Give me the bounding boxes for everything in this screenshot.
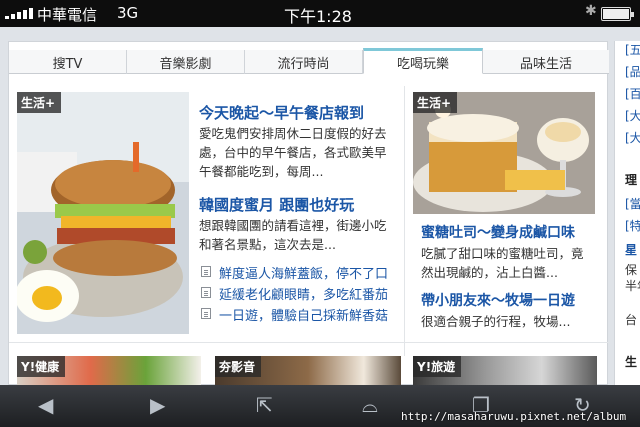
- related-link-tomato[interactable]: 延緩老化顧眼睛，多吃紅番茄: [219, 284, 388, 303]
- summary-line: 愛吃鬼們安排周休二日度假的好去: [199, 126, 387, 141]
- honey-toast-photo[interactable]: 生活+: [413, 92, 595, 214]
- burger-illustration: [17, 92, 189, 334]
- sidebar-item[interactable]: [大: [625, 129, 640, 146]
- web-page: 搜TV 音樂影劇 流行時尚 吃喝玩樂 品味生活 生活+ 今天晚起～早午餐店報到 …: [0, 27, 640, 385]
- tab-tv[interactable]: 搜TV: [9, 50, 127, 74]
- sidebar-item[interactable]: [百: [625, 85, 640, 102]
- sidebar-item[interactable]: 星: [625, 241, 637, 258]
- sidebar-text: 半年: [625, 279, 640, 293]
- travel-badge: Y!旅遊: [413, 356, 462, 377]
- forward-arrow-icon[interactable]: ▶: [150, 393, 165, 417]
- sidebar-item[interactable]: [大: [625, 107, 640, 124]
- related-link-seafood[interactable]: 鮮度逼人海鮮蓋飯，停不了口: [219, 263, 388, 282]
- lifestyle-badge: 生活+: [413, 92, 458, 113]
- network-type: 3G: [117, 4, 139, 22]
- sidebar-heading: 生: [625, 355, 638, 369]
- video-thumbnail[interactable]: 夯影音: [215, 356, 401, 385]
- sidebar-text: 保: [625, 263, 638, 277]
- sidebar-item[interactable]: [品: [625, 63, 640, 80]
- sidebar-item[interactable]: [當: [625, 195, 640, 212]
- summary-brunch: 愛吃鬼們安排周休二日度假的好去 處，台中的早午餐店，各式歐美早 午餐都能吃到，每…: [199, 124, 399, 181]
- summary-line: 午餐都能吃到，每周...: [199, 164, 324, 179]
- related-link-mushroom[interactable]: 一日遊，體驗自己採新鮮香菇: [219, 305, 388, 324]
- article-icon: [201, 308, 211, 319]
- status-clock: 下午1:28: [284, 7, 352, 26]
- health-badge: Y!健康: [17, 356, 66, 377]
- health-thumbnail[interactable]: Y!健康: [17, 356, 201, 385]
- content-card: 搜TV 音樂影劇 流行時尚 吃喝玩樂 品味生活 生活+ 今天晚起～早午餐店報到 …: [8, 41, 609, 385]
- summary-line: 和著名景點，這次去是...: [199, 237, 336, 252]
- article-icon: [201, 266, 211, 277]
- headline-brunch[interactable]: 今天晚起～早午餐店報到: [199, 102, 364, 123]
- signal-strength-icon: [5, 8, 33, 19]
- battery-icon: [601, 7, 634, 21]
- summary-line: 很適合親子的行程，牧場...: [421, 314, 571, 329]
- sidebar-item[interactable]: [五: [625, 41, 640, 58]
- summary-korea: 想跟韓國團的請看這裡，街邊小吃 和著名景點，這次去是...: [199, 216, 399, 254]
- status-bar: 中華電信 3G 下午1:28 ✱: [0, 0, 640, 27]
- bookmarks-icon[interactable]: ⌓: [362, 393, 378, 417]
- sidebar-text: 台: [625, 313, 638, 327]
- travel-thumbnail[interactable]: Y!旅遊: [413, 356, 597, 385]
- summary-line: 處，台中的早午餐店，各式歐美早: [199, 145, 387, 160]
- tab-music-drama[interactable]: 音樂影劇: [127, 50, 245, 74]
- summary-farm-trip: 很適合親子的行程，牧場...: [421, 312, 605, 331]
- sidebar-item[interactable]: [特: [625, 217, 640, 234]
- headline-honey-toast[interactable]: 蜜糖吐司～變身成鹹口味: [421, 222, 575, 242]
- summary-line: 然出現鹹的，沾上白醬...: [421, 265, 558, 280]
- carrier-name: 中華電信: [37, 6, 98, 24]
- burger-photo[interactable]: 生活+: [17, 92, 189, 334]
- category-tabs: 搜TV 音樂影劇 流行時尚 吃喝玩樂 品味生活: [9, 48, 609, 74]
- row-divider: [9, 342, 609, 343]
- column-divider: [404, 86, 405, 356]
- url-watermark: http://masaharuwu.pixnet.net/album: [401, 410, 627, 423]
- share-icon[interactable]: ⇱: [256, 393, 273, 417]
- headline-farm-trip[interactable]: 帶小朋友來～牧場一日遊: [421, 290, 575, 310]
- sidebar-heading: 理: [625, 173, 638, 187]
- article-icon: [201, 287, 211, 298]
- tab-food-fun[interactable]: 吃喝玩樂: [363, 48, 483, 74]
- summary-line: 想跟韓國團的請看這裡，街邊小吃: [199, 218, 387, 233]
- tab-fashion[interactable]: 流行時尚: [245, 50, 363, 74]
- lifestyle-badge: 生活+: [17, 92, 62, 113]
- tab-lifestyle[interactable]: 品味生活: [483, 50, 609, 74]
- bluetooth-icon: ✱: [585, 3, 597, 19]
- back-arrow-icon[interactable]: ◀: [38, 393, 53, 417]
- right-sidebar: [五 [品 [百 [大 [大 理 [當 [特 星 保 半年 台 生: [614, 41, 640, 385]
- video-badge: 夯影音: [215, 356, 262, 377]
- summary-line: 吃膩了甜口味的蜜糖吐司，竟: [421, 246, 584, 261]
- summary-honey-toast: 吃膩了甜口味的蜜糖吐司，竟 然出現鹹的，沾上白醬...: [421, 244, 605, 282]
- headline-korea-honeymoon[interactable]: 韓國度蜜月 跟團也好玩: [199, 194, 354, 215]
